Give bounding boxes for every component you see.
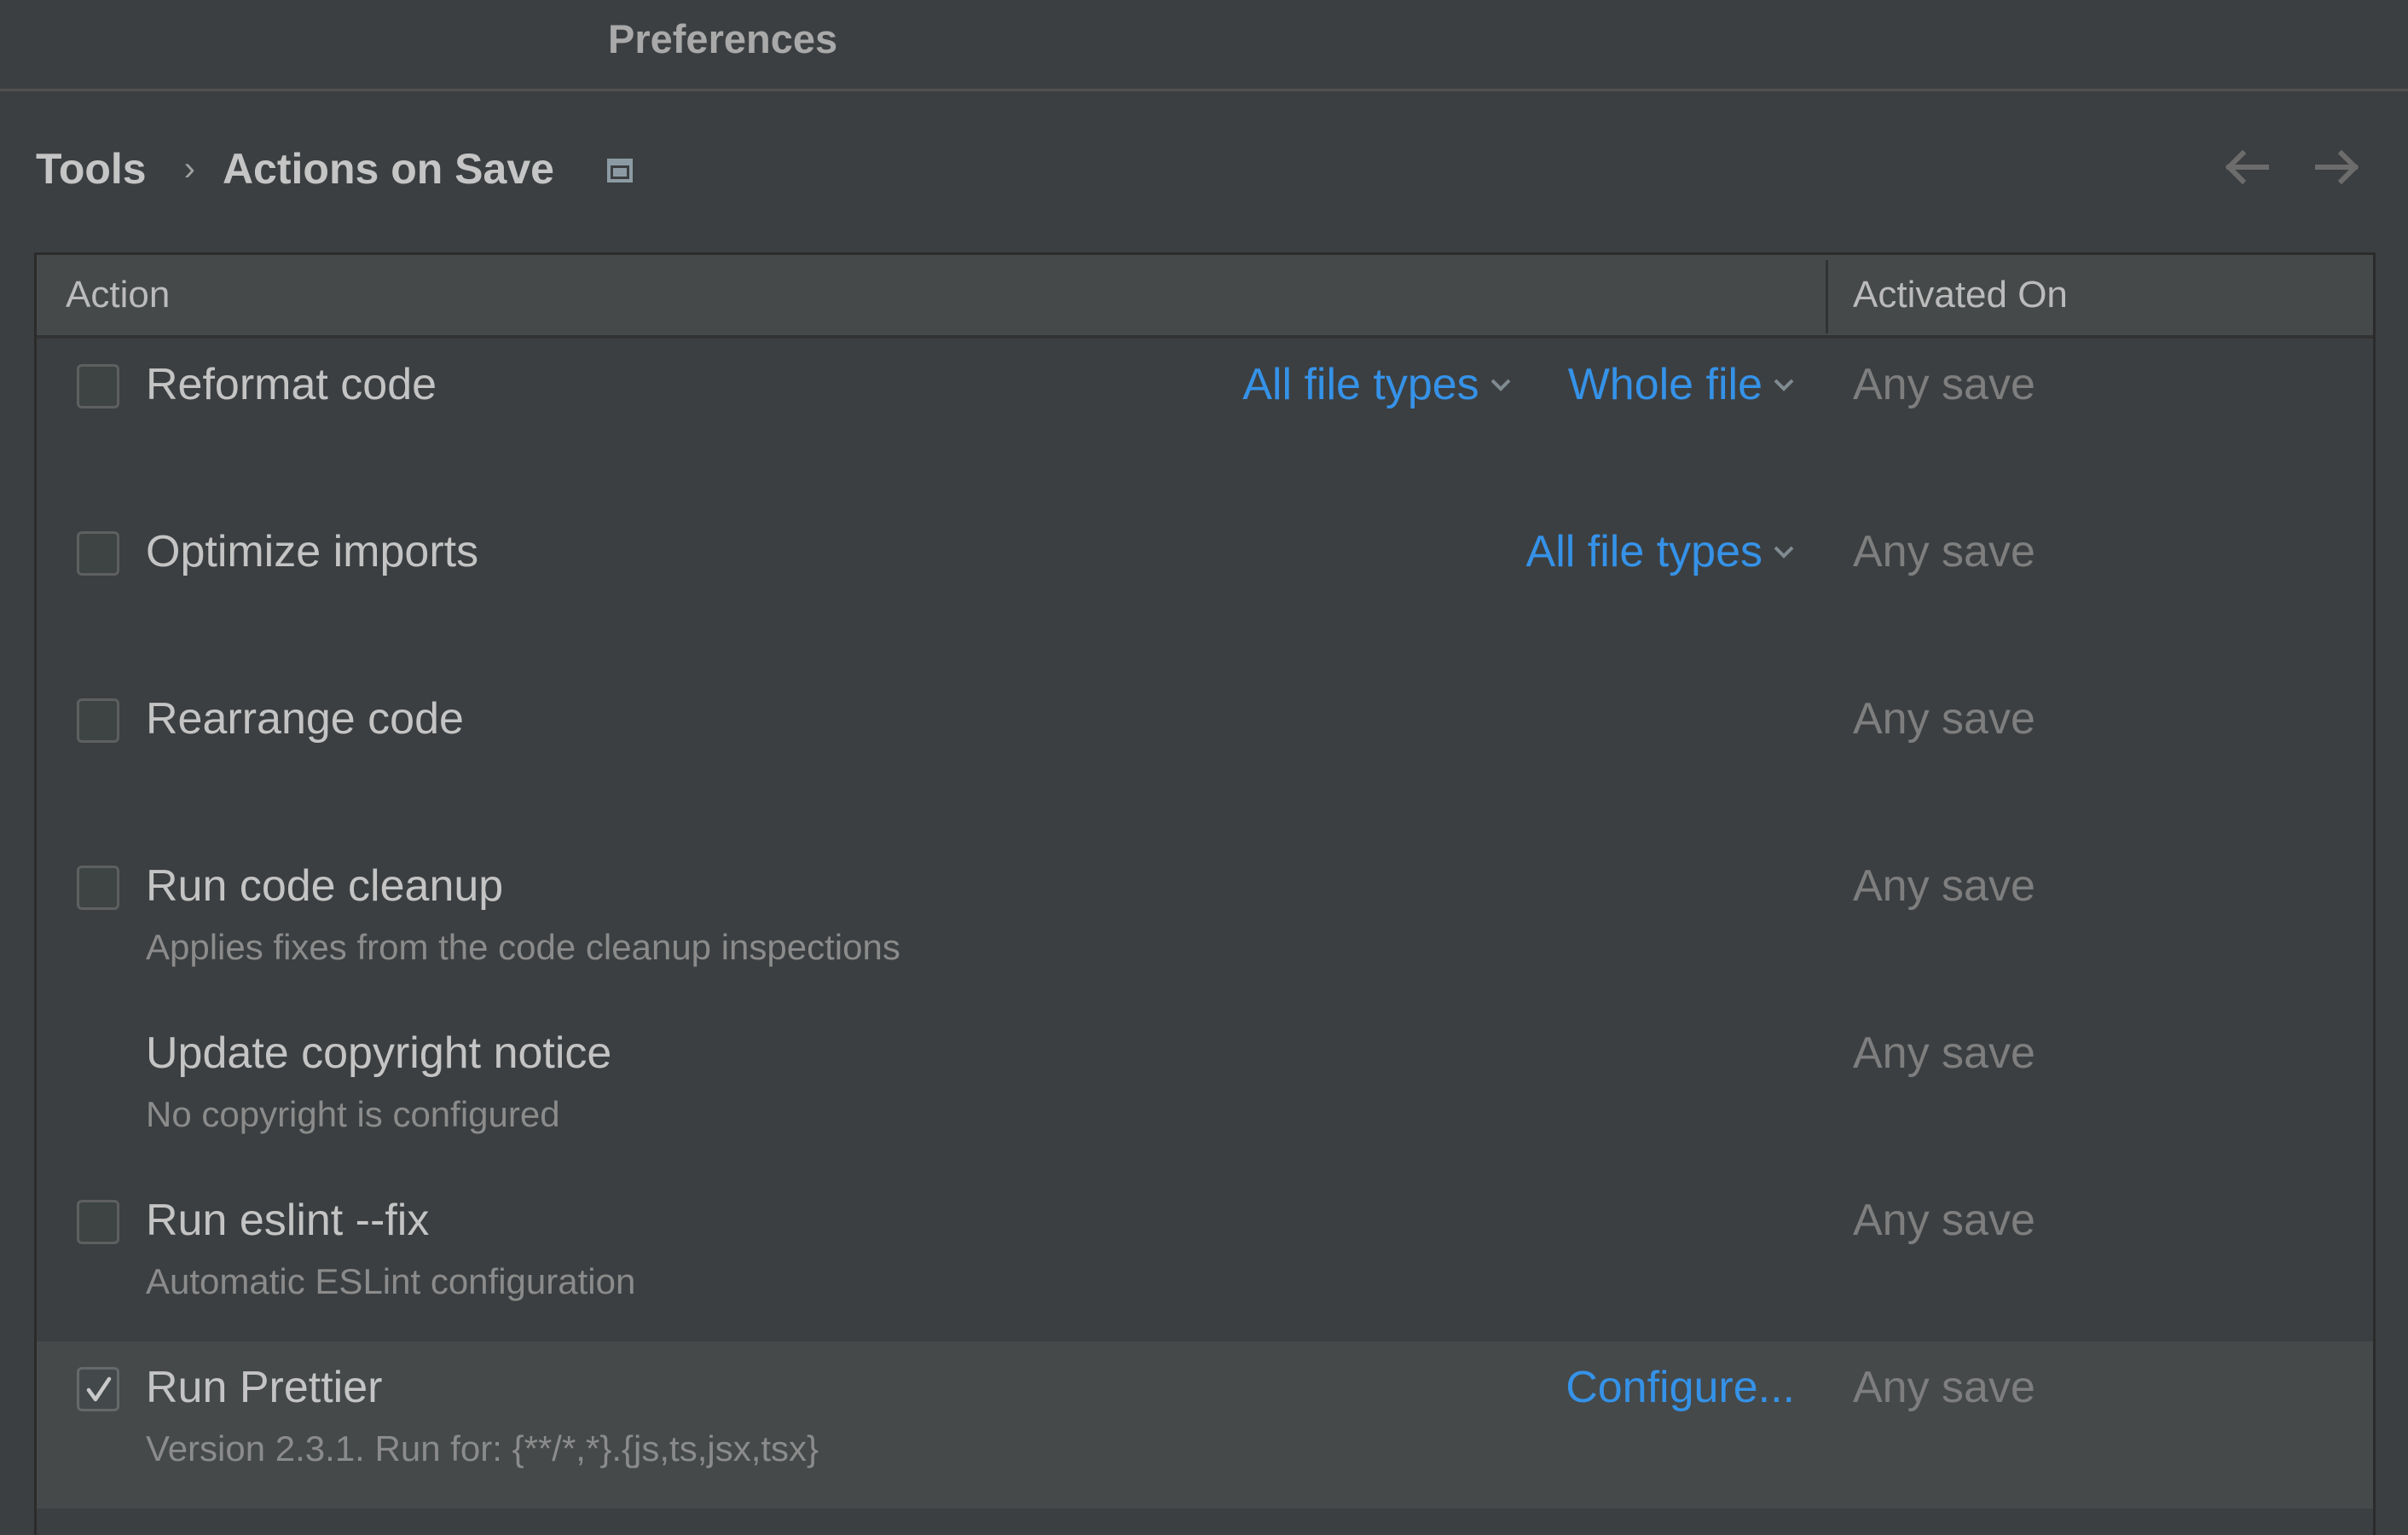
chevron-down-icon [1774,546,1794,559]
activated-on-value: Any save [1853,1196,2035,1245]
activated-on-value: Any save [1853,694,2035,744]
table-row[interactable]: Reformat code Whole file All file types Any… [37,339,2373,506]
row-label: Run Prettier [146,1363,383,1412]
breadcrumb: Tools › Actions on Save [36,136,633,201]
row-checkbox[interactable] [77,866,119,910]
row-description: Automatic ESLint configuration [146,1261,636,1301]
row-checkbox[interactable] [77,1200,119,1244]
option-dropdown[interactable]: All file types [1242,359,1511,410]
row-label: Optimize imports [146,527,479,576]
row-checkbox[interactable] [77,364,119,408]
back-button[interactable] [2220,142,2272,193]
column-header-action[interactable]: Action [66,255,170,335]
configure-link[interactable]: Configure... [1566,1362,1795,1413]
activated-on-value: Any save [1853,1028,2035,1078]
activated-on-value: Any save [1853,861,2035,911]
table-row[interactable]: Optimize imports All file types Any save [37,506,2373,673]
table-row[interactable]: Run code cleanup Applies fixes from the c… [37,840,2373,1007]
row-label: Run code cleanup [146,861,504,911]
arrow-left-icon [2225,149,2269,185]
table-row[interactable]: Run Prettier Version 2.3.1. Run for: {**/… [37,1341,2373,1509]
row-label: Reformat code [146,360,437,409]
breadcrumb-tools[interactable]: Tools [36,144,147,194]
row-description: Version 2.3.1. Run for: {**/*,*}.{js,ts,… [146,1428,819,1468]
column-header-activated-on[interactable]: Activated On [1853,255,2068,335]
row-checkbox[interactable] [77,531,119,576]
table-row[interactable]: Run eslint --fix Automatic ESLint configu… [37,1174,2373,1341]
option-dropdown[interactable]: Whole file [1568,359,1795,410]
dropdown-value: All file types [1242,360,1479,409]
forward-button[interactable] [2312,142,2364,193]
row-checkbox[interactable] [77,698,119,743]
window-icon[interactable] [606,159,633,182]
table-header: Action Activated On [37,255,2373,339]
breadcrumb-actions-on-save: Actions on Save [222,145,554,193]
table-row[interactable]: Update copyright notice No copyright is c… [37,1007,2373,1174]
actions-table: Action Activated On Reformat code Whole f… [34,252,2376,1535]
row-description: Applies fixes from the code cleanup insp… [146,927,900,967]
dropdown-value: All file types [1525,527,1763,576]
title-bar: Preferences [0,0,2408,91]
column-divider[interactable] [1826,260,1828,333]
option-dropdown[interactable]: All file types [1526,526,1795,577]
activated-on-value: Any save [1853,360,2035,409]
activated-on-value: Any save [1853,527,2035,576]
row-description: No copyright is configured [146,1094,560,1134]
table-row[interactable]: Rearrange code Any save [37,673,2373,840]
chevron-right-icon: › [183,149,195,188]
row-label: Update copyright notice [146,1028,612,1078]
row-checkbox[interactable] [77,1367,119,1411]
activated-on-value: Any save [1853,1363,2035,1412]
arrow-right-icon [2315,149,2359,185]
link-label: Configure... [1566,1363,1795,1412]
chevron-down-icon [1774,379,1794,391]
row-label: Rearrange code [146,694,464,744]
dropdown-value: Whole file [1567,360,1763,409]
row-label: Run eslint --fix [146,1196,430,1245]
window-title: Preferences [608,16,838,61]
checkmark-icon [86,1376,112,1402]
chevron-down-icon [1491,379,1511,391]
